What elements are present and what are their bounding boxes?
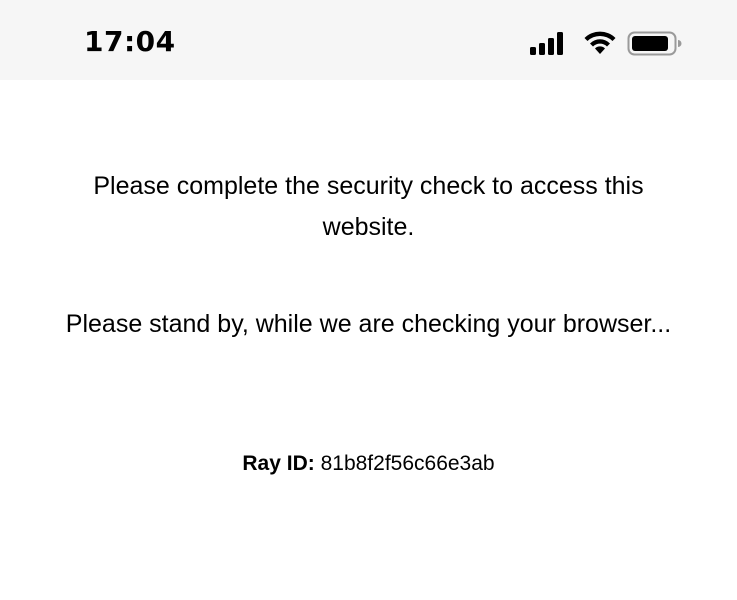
security-check-message: Please complete the security check to ac…	[93, 172, 644, 241]
status-time: 17:04	[84, 25, 176, 58]
stand-by-message: Please stand by, while we are checking y…	[65, 310, 672, 338]
ray-id-label: Ray ID:	[242, 452, 315, 475]
status-icons	[528, 28, 688, 58]
ray-id: Ray ID: 81b8f2f56c66e3ab	[0, 452, 737, 476]
battery-icon	[627, 31, 682, 56]
cellular-signal-icon	[530, 32, 563, 55]
challenge-page: Please complete the security check to ac…	[0, 80, 737, 600]
status-bar: 17:04	[0, 0, 737, 80]
wifi-icon	[584, 31, 616, 54]
ray-id-value: 81b8f2f56c66e3ab	[320, 452, 495, 475]
